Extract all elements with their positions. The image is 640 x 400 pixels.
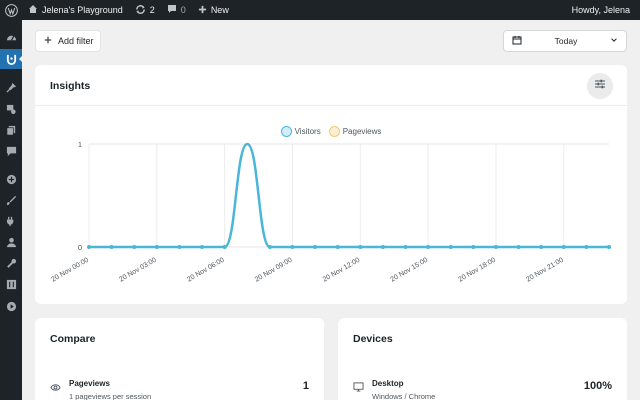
- date-range-label: Today: [554, 36, 578, 46]
- compare-row-label: Pageviews: [69, 379, 110, 388]
- series-line-pageviews: [89, 142, 610, 249]
- x-tick-label: 20 Nov 21:00: [525, 257, 565, 284]
- play-icon[interactable]: [0, 296, 22, 316]
- data-point-visitors: [516, 245, 521, 249]
- compare-title: Compare: [50, 333, 96, 345]
- desktop-icon: [353, 379, 364, 397]
- data-point-visitors: [87, 245, 91, 249]
- tools-icon[interactable]: [0, 253, 22, 273]
- data-point-visitors: [607, 245, 611, 249]
- x-tick-label: 20 Nov 18:00: [457, 257, 497, 284]
- data-point-visitors: [493, 245, 498, 249]
- updates-icon: [135, 4, 146, 17]
- comment-icon: [167, 4, 177, 16]
- data-point-visitors: [267, 245, 272, 249]
- data-point-visitors: [539, 245, 544, 249]
- compare-card: Compare Pageviews 1 pageviews per sessio…: [35, 318, 324, 400]
- plus-circle-icon[interactable]: [0, 169, 22, 189]
- data-point-visitors: [132, 245, 137, 249]
- admin-sidebar: [0, 20, 23, 400]
- settings-icon[interactable]: [0, 274, 22, 294]
- dashboard-icon[interactable]: [0, 27, 22, 47]
- insights-card: Insights Visitors Pageviews 0 1 20 Nov 00:…: [35, 65, 627, 304]
- eye-icon: [50, 379, 61, 397]
- data-point-visitors: [290, 245, 295, 249]
- comments-link[interactable]: 0: [161, 0, 192, 20]
- x-tick-label: 20 Nov 09:00: [254, 257, 294, 284]
- data-point-visitors: [380, 245, 385, 249]
- devices-row-sub: Windows / Chrome: [372, 392, 436, 400]
- data-point-visitors: [335, 245, 340, 249]
- data-point-visitors: [448, 245, 453, 249]
- x-tick-label: 20 Nov 03:00: [118, 257, 158, 284]
- data-point-visitors: [426, 245, 431, 249]
- data-point-visitors: [154, 245, 159, 249]
- data-point-visitors: [109, 245, 114, 249]
- data-point-visitors: [471, 245, 476, 249]
- data-point-visitors: [584, 245, 589, 249]
- wordpress-logo-icon[interactable]: [0, 0, 22, 20]
- home-icon: [28, 4, 38, 16]
- site-name: Jelena's Playground: [42, 5, 123, 15]
- users-icon[interactable]: [0, 232, 22, 252]
- x-tick-label: 20 Nov 00:00: [50, 257, 90, 284]
- data-point-visitors: [177, 245, 182, 249]
- data-point-visitors: [222, 245, 227, 249]
- devices-row-value: 100%: [583, 380, 612, 392]
- data-point-visitors: [313, 245, 318, 249]
- data-point-visitors: [358, 245, 363, 249]
- site-name-link[interactable]: Jelena's Playground: [22, 0, 129, 20]
- calendar-icon: [512, 35, 522, 47]
- comments-icon[interactable]: [0, 141, 22, 161]
- chevron-down-icon: [610, 36, 618, 46]
- admin-bar: Jelena's Playground 2 0 New Howdy, Jelen…: [0, 0, 640, 20]
- devices-row-label: Desktop: [372, 379, 404, 388]
- data-point-visitors: [403, 245, 408, 249]
- data-point-visitors: [200, 245, 205, 249]
- media-icon[interactable]: [0, 99, 22, 119]
- account-menu[interactable]: Howdy, Jelena: [566, 0, 640, 20]
- data-point-visitors: [561, 245, 566, 249]
- y-tick-label: 1: [78, 140, 82, 149]
- x-tick-label: 20 Nov 06:00: [186, 257, 226, 284]
- updates-count: 2: [149, 5, 155, 15]
- add-filter-label: Add filter: [58, 36, 94, 46]
- compare-row-value: 1: [302, 380, 309, 392]
- greeting: Howdy, Jelena: [571, 5, 630, 15]
- y-tick-label: 0: [78, 243, 82, 252]
- line-chart: 0 1 20 Nov 00:00 20 Nov 03:00 20 Nov 06:00 20…: [50, 140, 611, 284]
- x-tick-label: 20 Nov 15:00: [390, 257, 430, 284]
- new-content-link[interactable]: New: [192, 0, 235, 20]
- updates-link[interactable]: 2: [129, 0, 161, 20]
- plus-icon: [44, 36, 52, 46]
- plugins-icon[interactable]: [0, 211, 22, 231]
- devices-card: Devices Desktop Windows / Chrome 100%: [338, 318, 627, 400]
- brush-icon[interactable]: [0, 190, 22, 210]
- pages-icon[interactable]: [0, 120, 22, 140]
- new-label: New: [210, 5, 229, 15]
- analytics-icon[interactable]: [0, 49, 23, 69]
- devices-title: Devices: [353, 333, 393, 345]
- comments-count: 0: [180, 5, 186, 15]
- compare-row-sub: 1 pageviews per session: [69, 392, 152, 400]
- series-line-visitors: [89, 142, 610, 249]
- date-range-select[interactable]: Today: [503, 30, 627, 52]
- plus-icon: [198, 5, 207, 16]
- add-filter-button[interactable]: Add filter: [35, 30, 101, 52]
- x-tick-label: 20 Nov 12:00: [322, 257, 362, 284]
- pin-icon[interactable]: [0, 77, 22, 97]
